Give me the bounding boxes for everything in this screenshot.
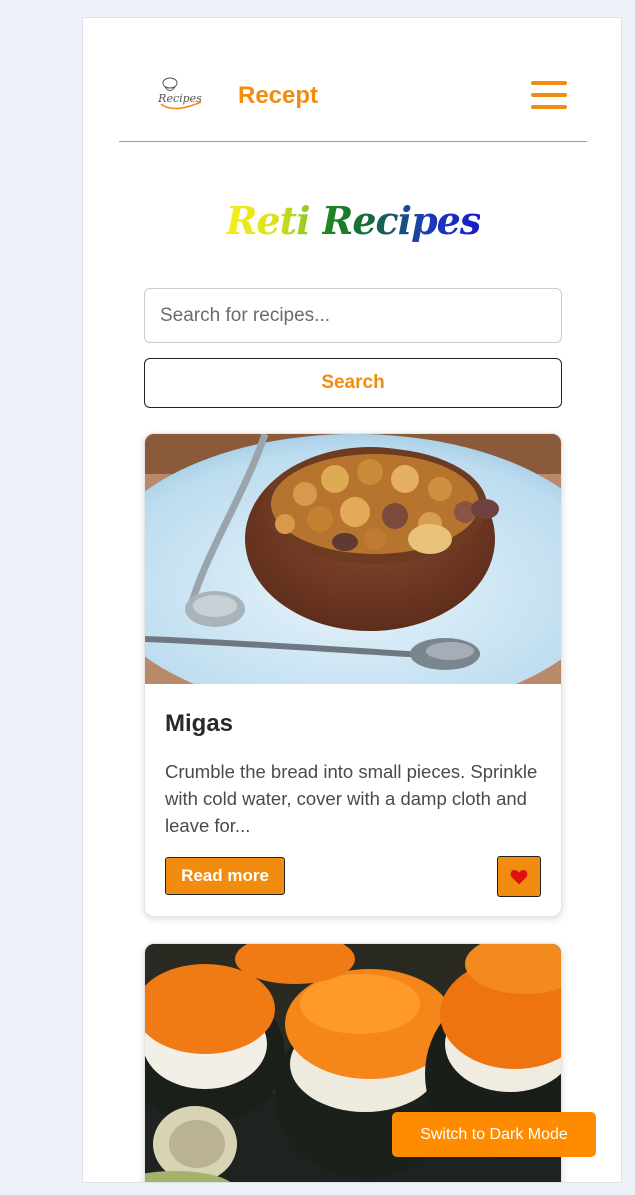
recipe-description: Crumble the bread into small pieces. Spr… xyxy=(165,761,538,836)
brand-name[interactable]: Recept xyxy=(238,82,318,110)
hamburger-bar xyxy=(531,93,567,97)
recipe-card: Migas Crumble the bread into small piece… xyxy=(144,433,562,917)
heart-icon xyxy=(510,869,528,884)
favorite-button[interactable] xyxy=(497,856,541,897)
recipe-image[interactable] xyxy=(145,434,561,684)
hamburger-menu-icon[interactable] xyxy=(531,81,567,111)
search-input[interactable] xyxy=(144,288,562,343)
chef-logo-icon: Recipes xyxy=(157,77,202,110)
app-page: Recipes Recept Reti Recipes Search for r… xyxy=(82,17,622,1183)
hamburger-bar xyxy=(531,81,567,85)
read-more-button[interactable]: Read more xyxy=(165,857,285,895)
svg-text:Recipes: Recipes xyxy=(157,92,202,105)
migas-photo-icon xyxy=(145,434,561,684)
search-button[interactable]: Search xyxy=(144,358,562,408)
title-word-2: Recipes xyxy=(321,198,481,243)
site-logo[interactable]: Recipes xyxy=(153,74,207,118)
page-title: Reti Recipes xyxy=(83,198,621,243)
recipe-title: Migas xyxy=(165,710,234,737)
dark-mode-toggle-button[interactable]: Switch to Dark Mode xyxy=(392,1112,596,1157)
hamburger-bar xyxy=(531,105,567,109)
site-header: Recipes Recept xyxy=(119,18,587,142)
title-word-1: Reti xyxy=(225,198,311,243)
